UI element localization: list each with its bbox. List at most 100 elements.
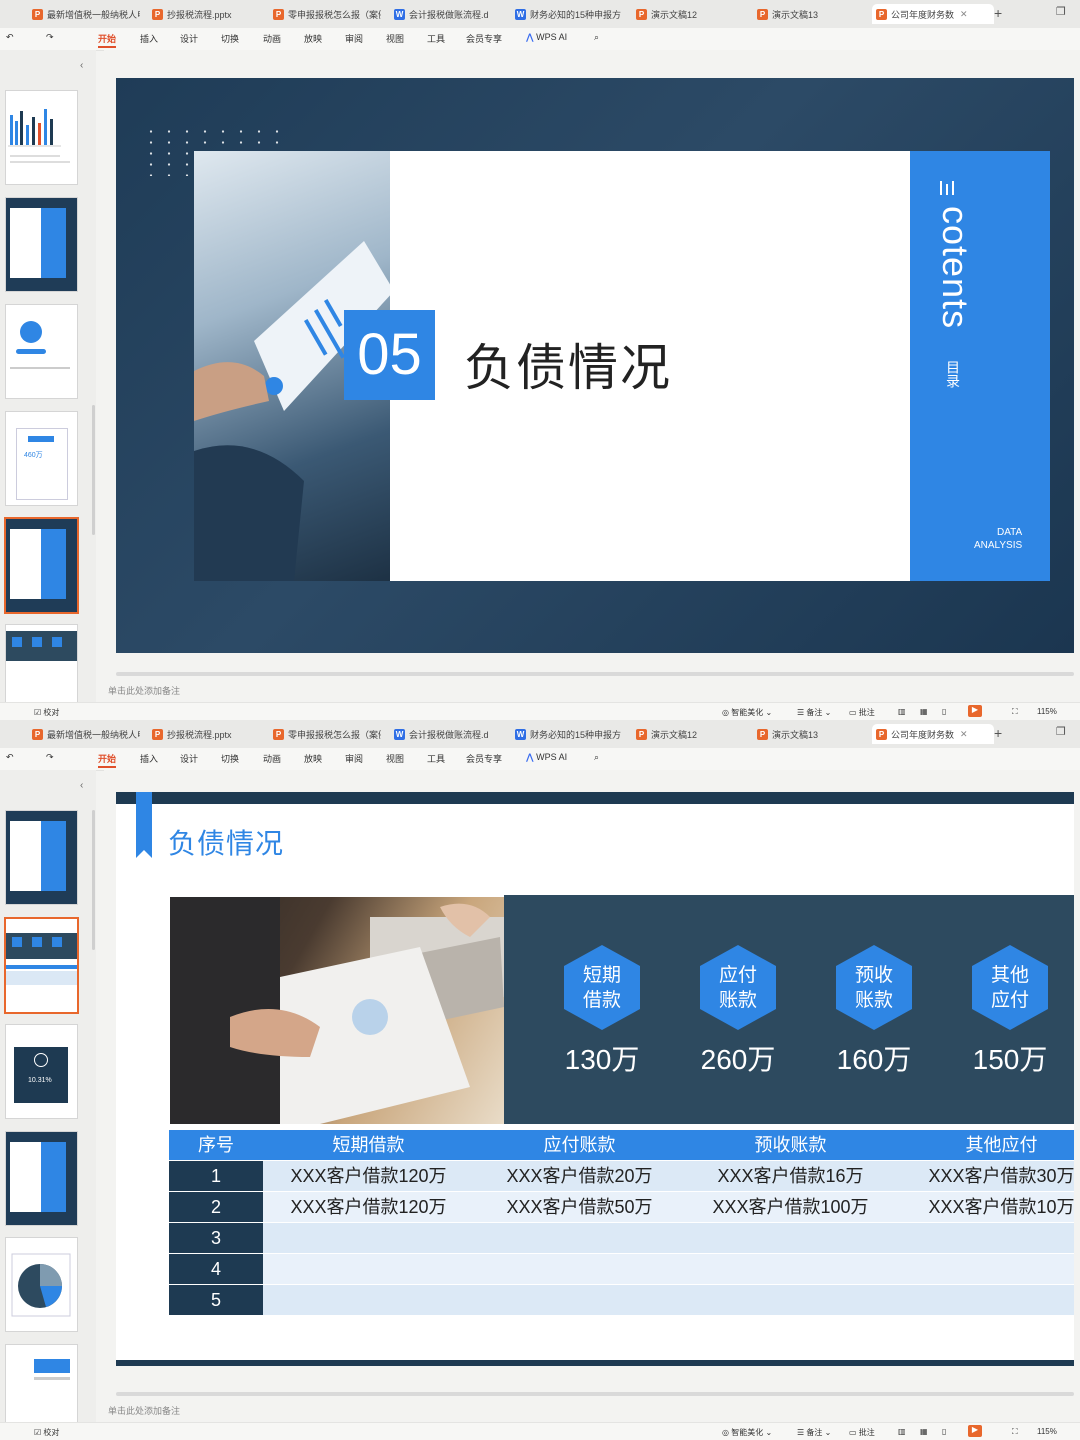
tab-doc-1[interactable]: P 最新增值税一般纳税人申 bbox=[32, 724, 140, 744]
tab-doc-6[interactable]: P 演示文稿12 bbox=[636, 4, 744, 24]
ribbon-tab-design[interactable]: 设计 bbox=[180, 32, 198, 45]
ribbon-tab-member[interactable]: 会员专享 bbox=[466, 32, 502, 45]
slide-thumb-stats[interactable] bbox=[5, 624, 78, 702]
reading-view-icon[interactable]: ▯ bbox=[942, 707, 946, 716]
slide-thumb-contents[interactable] bbox=[5, 197, 78, 292]
collapse-panel-icon[interactable]: ‹ bbox=[80, 780, 83, 791]
search-icon[interactable]: ⌕ bbox=[594, 752, 599, 763]
tab-doc-active[interactable]: P 公司年度财务数 ✕ bbox=[872, 724, 994, 744]
data-analysis-line2: ANALYSIS bbox=[974, 540, 1023, 551]
ribbon-tab-review[interactable]: 审阅 bbox=[345, 32, 363, 45]
table-index-cell: 3 bbox=[169, 1223, 263, 1253]
beautify-button[interactable]: ◎ 智能美化 ⌄ bbox=[722, 1427, 772, 1438]
window-restore-icon[interactable]: ❐ bbox=[1056, 5, 1066, 18]
slide-thumb-current[interactable] bbox=[4, 917, 79, 1014]
tab-doc-3[interactable]: P 零申报报税怎么报（案例 bbox=[273, 4, 381, 24]
close-icon[interactable]: ✕ bbox=[960, 9, 968, 20]
tab-label: 公司年度财务数 bbox=[891, 9, 955, 20]
new-tab-plus-icon[interactable]: + bbox=[994, 725, 1002, 741]
grid-view-icon[interactable]: ▦ bbox=[920, 1427, 928, 1436]
ribbon-tab-view[interactable]: 视图 bbox=[386, 32, 404, 45]
redo-icon[interactable]: ↷ bbox=[46, 752, 54, 763]
thumb-bar bbox=[34, 1359, 70, 1373]
comments-button[interactable]: ▭ 批注 bbox=[849, 1427, 875, 1438]
ppt-file-icon: P bbox=[876, 728, 887, 740]
new-tab-plus-icon[interactable]: + bbox=[994, 5, 1002, 21]
ribbon-tab-tools[interactable]: 工具 bbox=[427, 752, 445, 765]
redo-icon[interactable]: ↷ bbox=[46, 32, 54, 43]
slide-thumb-contents-2[interactable] bbox=[5, 1131, 78, 1226]
tab-doc-6[interactable]: P 演示文稿12 bbox=[636, 724, 744, 744]
notes-placeholder[interactable]: 单击此处添加备注 bbox=[108, 1404, 180, 1417]
ribbon-tab-transition[interactable]: 切换 bbox=[221, 752, 239, 765]
slide-thumb-current[interactable] bbox=[4, 517, 79, 614]
fit-window-icon[interactable]: ⛶ bbox=[1012, 1427, 1018, 1437]
ribbon-tab-transition[interactable]: 切换 bbox=[221, 32, 239, 45]
slide-thumb-chart[interactable] bbox=[5, 90, 78, 185]
slide-thumb-percent[interactable]: 10.31% bbox=[5, 1024, 78, 1119]
zoom-level[interactable]: 115% bbox=[1037, 707, 1057, 716]
comment-icon: ▭ bbox=[849, 708, 857, 717]
tab-doc-4[interactable]: W 会计报税做账流程.d bbox=[394, 4, 502, 24]
tab-doc-active[interactable]: P 公司年度财务数 ✕ bbox=[872, 4, 994, 24]
tab-doc-2[interactable]: P 抄报税流程.pptx bbox=[152, 4, 262, 24]
ribbon-tab-home[interactable]: 开始 bbox=[98, 752, 117, 768]
normal-view-icon[interactable]: ▥ bbox=[898, 707, 906, 716]
close-icon[interactable]: ✕ bbox=[960, 729, 968, 740]
slide-thumb-460[interactable]: 460万 bbox=[5, 411, 78, 506]
play-slideshow-icon[interactable]: ▶ bbox=[968, 1425, 982, 1437]
wps-ai-button[interactable]: ⋀ WPS AI bbox=[526, 32, 567, 43]
ribbon-tab-insert[interactable]: 插入 bbox=[140, 752, 158, 765]
notes-button[interactable]: ☰ 备注 ⌄ bbox=[797, 707, 831, 718]
tab-doc-4[interactable]: W 会计报税做账流程.d bbox=[394, 724, 502, 744]
ribbon-tab-animation[interactable]: 动画 bbox=[263, 752, 281, 765]
ribbon-tab-view[interactable]: 视图 bbox=[386, 752, 404, 765]
ppt-file-icon: P bbox=[32, 8, 43, 20]
table-cell: XXX客户借款50万 bbox=[506, 1197, 653, 1217]
window-restore-icon[interactable]: ❐ bbox=[1056, 725, 1066, 738]
undo-icon[interactable]: ↶ bbox=[6, 32, 14, 43]
tab-doc-7[interactable]: P 演示文稿13 bbox=[757, 724, 865, 744]
tab-label: 公司年度财务数 bbox=[891, 729, 955, 740]
proofread-button[interactable]: ☑ 校对 bbox=[34, 707, 59, 718]
slide-thumb-next[interactable] bbox=[5, 1344, 78, 1422]
tab-doc-7[interactable]: P 演示文稿13 bbox=[757, 4, 865, 24]
slide-thumb-contents[interactable] bbox=[5, 810, 78, 905]
search-icon[interactable]: ⌕ bbox=[594, 32, 599, 43]
zoom-level[interactable]: 115% bbox=[1037, 1427, 1057, 1436]
ribbon-tab-slideshow[interactable]: 放映 bbox=[304, 752, 322, 765]
ribbon-tab-review[interactable]: 审阅 bbox=[345, 752, 363, 765]
thumbnail-scrollbar[interactable] bbox=[92, 405, 95, 535]
proofread-button[interactable]: ☑ 校对 bbox=[34, 1427, 59, 1438]
comments-button[interactable]: ▭ 批注 bbox=[849, 707, 875, 718]
beautify-button[interactable]: ◎ 智能美化 ⌄ bbox=[722, 707, 772, 718]
horizontal-scrollbar[interactable] bbox=[116, 672, 1074, 676]
tab-doc-1[interactable]: P 最新增值税一般纳税人申 bbox=[32, 4, 140, 24]
wps-ai-button[interactable]: ⋀ WPS AI bbox=[526, 752, 567, 763]
thumbnail-scrollbar[interactable] bbox=[92, 810, 95, 950]
ribbon-tab-design[interactable]: 设计 bbox=[180, 752, 198, 765]
reading-view-icon[interactable]: ▯ bbox=[942, 1427, 946, 1436]
notes-placeholder[interactable]: 单击此处添加备注 bbox=[108, 684, 180, 697]
grid-view-icon[interactable]: ▦ bbox=[920, 707, 928, 716]
tab-doc-5[interactable]: W 财务必知的15种申报方 bbox=[515, 4, 623, 24]
tab-doc-2[interactable]: P 抄报税流程.pptx bbox=[152, 724, 262, 744]
ribbon-tab-slideshow[interactable]: 放映 bbox=[304, 32, 322, 45]
ribbon-tab-insert[interactable]: 插入 bbox=[140, 32, 158, 45]
horizontal-scrollbar[interactable] bbox=[116, 1392, 1074, 1396]
undo-icon[interactable]: ↶ bbox=[6, 752, 14, 763]
ribbon-tab-home[interactable]: 开始 bbox=[98, 32, 117, 48]
ribbon-tab-animation[interactable]: 动画 bbox=[263, 32, 281, 45]
notes-button[interactable]: ☰ 备注 ⌄ bbox=[797, 1427, 831, 1438]
tab-doc-3[interactable]: P 零申报报税怎么报（案例 bbox=[273, 724, 381, 744]
collapse-panel-icon[interactable]: ‹ bbox=[80, 60, 83, 71]
fit-window-icon[interactable]: ⛶ bbox=[1012, 707, 1018, 717]
ribbon-tab-member[interactable]: 会员专享 bbox=[466, 752, 502, 765]
normal-view-icon[interactable]: ▥ bbox=[898, 1427, 906, 1436]
tab-doc-5[interactable]: W 财务必知的15种申报方 bbox=[515, 724, 623, 744]
slide-thumb-pie[interactable] bbox=[5, 1237, 78, 1332]
comments-label: 批注 bbox=[858, 708, 875, 717]
ribbon-tab-tools[interactable]: 工具 bbox=[427, 32, 445, 45]
slide-thumb-icons[interactable] bbox=[5, 304, 78, 399]
play-slideshow-icon[interactable]: ▶ bbox=[968, 705, 982, 717]
